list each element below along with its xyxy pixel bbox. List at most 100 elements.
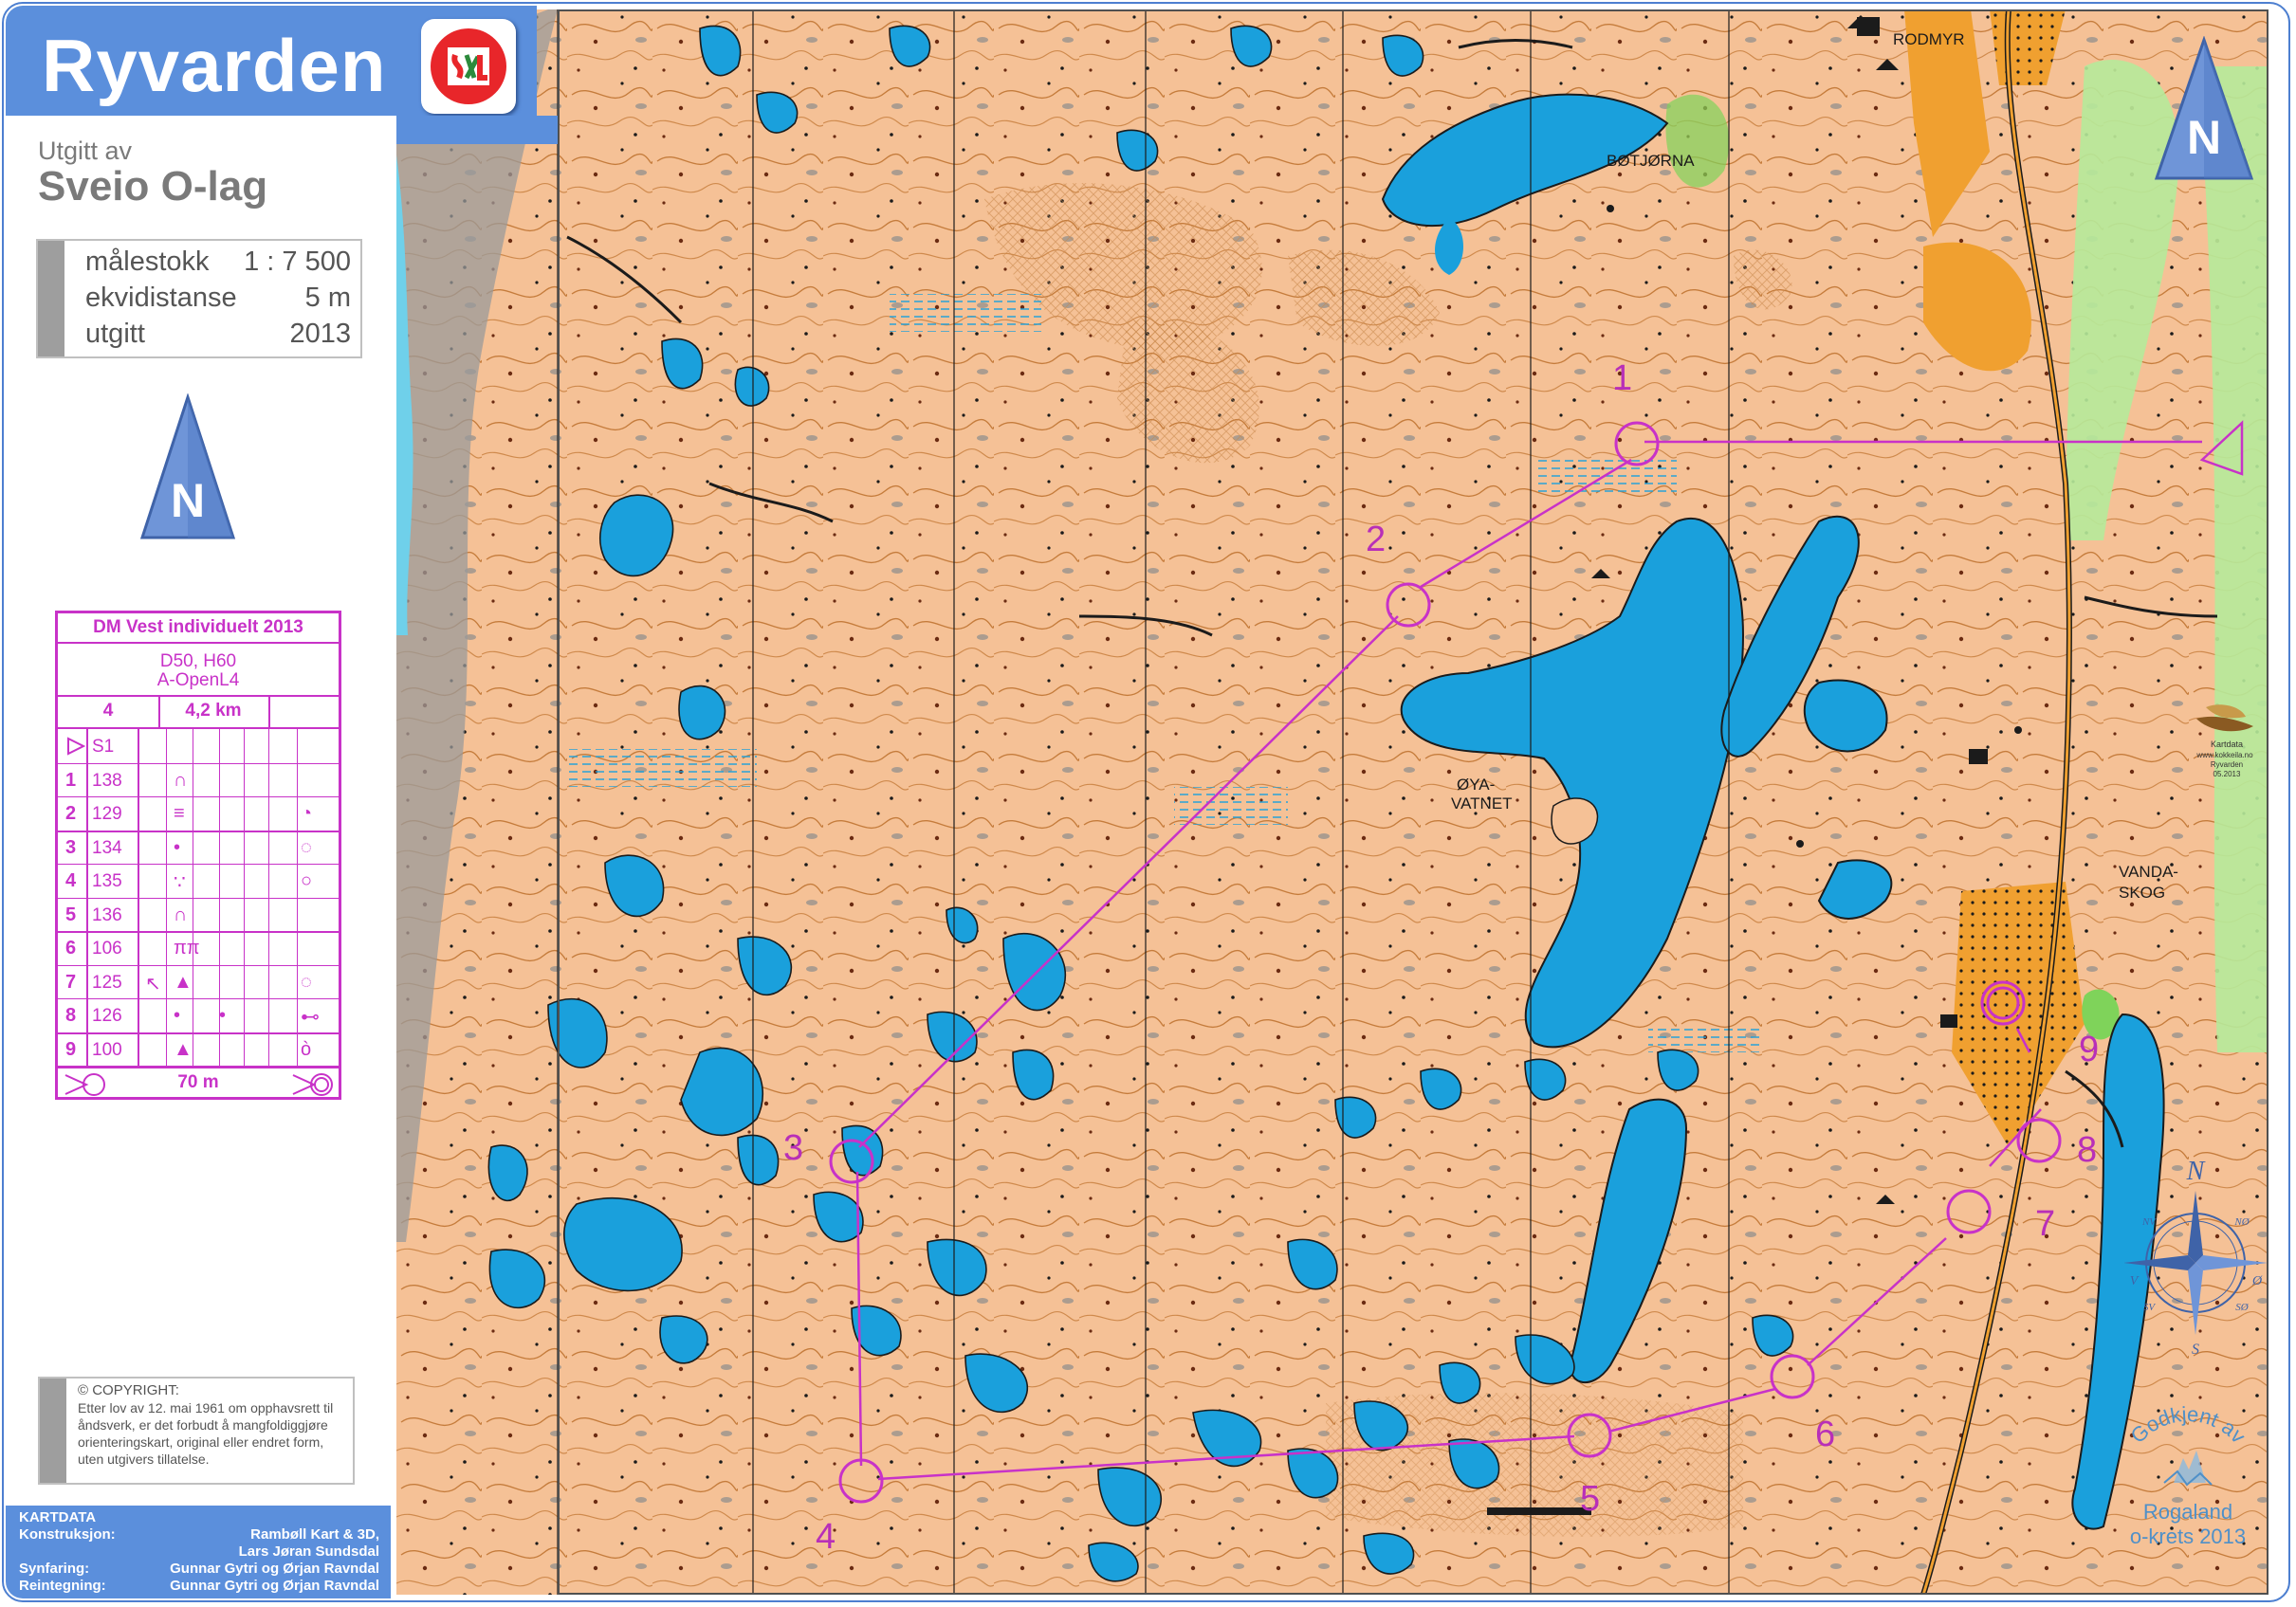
place-oyavatnet-1: ØYA- <box>1457 776 1496 794</box>
publisher-name: Sveio O-lag <box>38 163 268 210</box>
scale-label: målestokk <box>85 247 210 277</box>
credit-label-1: Konstruksjon: <box>19 1526 116 1543</box>
course-classes: D50, H60 <box>159 651 237 671</box>
control-code: 136 <box>92 904 122 925</box>
column-divider <box>268 729 269 1067</box>
course-number: 4 <box>102 701 114 721</box>
control-code: 138 <box>92 770 122 791</box>
location-symbol: ⊷ <box>301 1007 320 1028</box>
svg-text:N: N <box>2187 111 2221 164</box>
approved-logo: Godkjent av Rogaland o-krets 2013 <box>2107 1397 2268 1564</box>
mapper-logo-text-2: www.kokkeila.no <box>2196 751 2253 759</box>
control-code: 126 <box>92 1006 122 1026</box>
control-seq-8: 8 <box>65 1005 77 1026</box>
approved-line-2: o-krets 2013 <box>2129 1525 2247 1548</box>
location-symbol: ◌ <box>301 971 312 993</box>
control-seq-5: 5 <box>65 904 77 925</box>
map-metadata: målestokk 1 : 7 500 ekvidistanse 5 m utg… <box>36 239 362 358</box>
feature-symbol: ≡ <box>174 803 185 824</box>
control-seq-start <box>65 736 86 762</box>
feature-symbol: • <box>174 1005 181 1026</box>
contour-row: ekvidistanse 5 m <box>85 283 351 317</box>
mapper-logo-text-3: Ryvarden <box>2210 760 2244 769</box>
credits-header: KARTDATA <box>19 1509 97 1525</box>
svg-text:NV: NV <box>2141 1216 2157 1228</box>
control-code: 106 <box>92 939 122 959</box>
contour-value: 5 m <box>304 283 351 313</box>
control-code: 129 <box>92 804 122 824</box>
svg-text:Godkjent av: Godkjent av <box>2125 1402 2250 1448</box>
place-botjorna: BØTJØRNA <box>1607 152 1695 170</box>
location-symbol: ◌ <box>301 836 312 858</box>
credits-panel: KARTDATA Konstruksjon: Rambøll Kart & 3D… <box>6 1506 391 1598</box>
credit-label-3: Synfaring: <box>19 1561 90 1577</box>
svg-text:N: N <box>171 474 205 527</box>
control-seq-4: 4 <box>65 870 77 891</box>
feature-symbol: ∵ <box>174 872 186 893</box>
mapper-logo: Kartdata www.kokkeila.no Ryvarden 05.201… <box>2187 702 2263 778</box>
control-code: S1 <box>92 737 115 757</box>
metadata-bar <box>38 241 64 356</box>
scale-value: 1 : 7 500 <box>244 247 351 277</box>
control-seq-2: 2 <box>65 803 77 824</box>
finish-distance: 70 m <box>177 1072 219 1092</box>
feature-symbol: ▲ <box>174 1038 193 1060</box>
copyright-title: © COPYRIGHT: <box>78 1382 179 1398</box>
feature-which-symbol: ↖ <box>145 973 161 995</box>
course-length: 4,2 km <box>185 701 242 721</box>
control-seq-9: 9 <box>65 1038 77 1060</box>
control-number-6: 6 <box>1815 1415 1836 1454</box>
place-rodmyr: RODMYR <box>1893 30 1965 48</box>
feature-symbol: ∩ <box>174 904 188 925</box>
control-code: 100 <box>92 1039 122 1060</box>
location-symbol: ò <box>301 1038 312 1060</box>
column-divider <box>86 729 88 1067</box>
control-number-3: 3 <box>783 1128 804 1168</box>
scale-row: målestokk 1 : 7 500 <box>85 247 351 281</box>
map-sheet: RODMYR BØTJØRNA ØYA- VATNET VANDA- SKOG … <box>0 0 2296 1607</box>
feature-symbol: ππ <box>174 938 200 959</box>
svg-text:N: N <box>2186 1159 2206 1186</box>
column-divider <box>138 729 139 1067</box>
feature-symbol: ▲ <box>174 971 193 993</box>
copyright-body: Etter lov av 12. mai 1961 om opphavsrett… <box>78 1400 334 1467</box>
copyright-bar <box>40 1379 66 1483</box>
published-row: utgitt 2013 <box>85 319 351 353</box>
published-value: 2013 <box>289 319 351 349</box>
credit-value-1: Rambøll Kart & 3D, <box>250 1526 379 1543</box>
mapper-logo-text-1: Kartdata <box>2210 740 2244 749</box>
copyright-notice: © COPYRIGHT: Etter lov av 12. mai 1961 o… <box>38 1377 355 1485</box>
map-title: Ryvarden <box>42 24 387 107</box>
svg-text:Ø: Ø <box>2251 1274 2263 1288</box>
column-divider <box>244 729 245 1067</box>
credit-value-2: Lars Jøran Sundsdal <box>238 1543 379 1560</box>
mapper-logo-text-4: 05.2013 <box>2213 770 2241 778</box>
svg-text:NØ: NØ <box>2233 1216 2250 1228</box>
place-vandaskog-1: VANDA- <box>2119 863 2178 881</box>
location-symbol: ○ <box>301 870 313 891</box>
control-number-4: 4 <box>816 1517 836 1557</box>
column-divider <box>219 729 220 1067</box>
north-arrow-icon: N <box>139 393 236 539</box>
credit-value-3: Gunnar Gytri og Ørjan Ravndal <box>170 1561 379 1577</box>
approved-line-1: Rogaland <box>2142 1500 2233 1524</box>
control-code: 134 <box>92 837 122 858</box>
column-divider <box>297 729 298 1067</box>
control-seq-1: 1 <box>65 769 77 791</box>
control-number-9: 9 <box>2079 1030 2100 1069</box>
club-logo-icon <box>421 19 516 114</box>
control-number-7: 7 <box>2035 1204 2056 1244</box>
control-seq-7: 7 <box>65 971 77 993</box>
place-oyavatnet-2: VATNET <box>1451 794 1513 813</box>
control-code: 125 <box>92 972 122 993</box>
credit-value-4: Gunnar Gytri og Ørjan Ravndal <box>170 1578 379 1594</box>
svg-text:V: V <box>2130 1274 2140 1288</box>
location-symbol: ◔ <box>301 803 313 824</box>
control-number-8: 8 <box>2077 1130 2098 1170</box>
place-vandaskog-2: SKOG <box>2119 884 2166 902</box>
event-name: DM Vest individuelt 2013 <box>93 617 303 637</box>
control-seq-3: 3 <box>65 836 77 858</box>
credit-label-4: Reintegning: <box>19 1578 106 1594</box>
published-label: utgitt <box>85 319 145 349</box>
svg-text:SØ: SØ <box>2235 1302 2250 1313</box>
